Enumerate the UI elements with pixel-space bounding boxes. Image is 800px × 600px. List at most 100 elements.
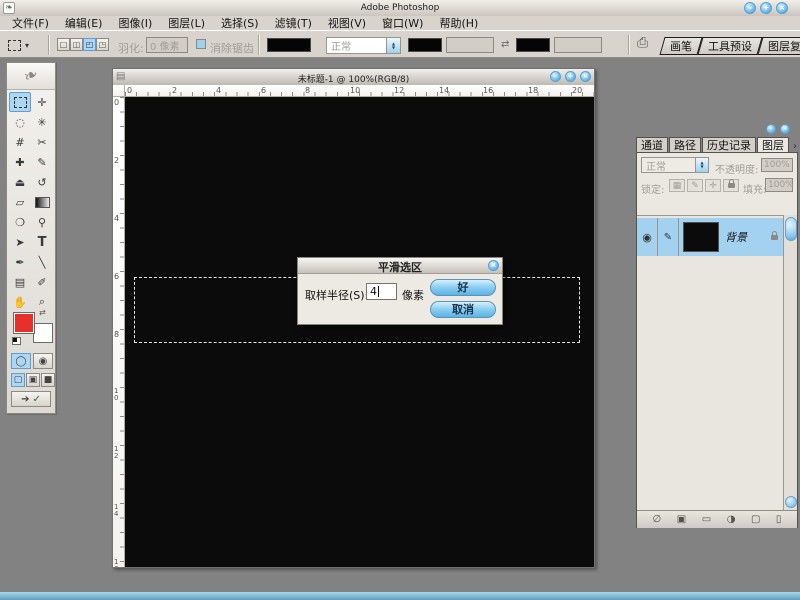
menu-layer[interactable]: 图层(L) [160, 15, 213, 31]
tab-overflow-arrow-icon[interactable]: › [790, 141, 797, 152]
app-restore-button[interactable]: + [760, 2, 772, 14]
document-titlebar[interactable]: ▤ 未标题-1 @ 100%(RGB/8) – + × [113, 69, 594, 86]
dialog-close-button[interactable]: × [488, 260, 499, 271]
print-brush-icon[interactable]: ⎙ [637, 35, 648, 51]
fill-input[interactable]: 100% [765, 178, 793, 192]
fullscreen-button[interactable]: ■ [41, 373, 55, 387]
visibility-toggle[interactable]: ◉ [637, 218, 658, 256]
tool-crop[interactable]: # [9, 132, 31, 152]
cancel-button[interactable]: 取消 [430, 301, 496, 318]
swap-arrows-icon[interactable]: ⇄ [501, 39, 509, 50]
tool-eyedropper[interactable]: ✐ [31, 272, 53, 292]
new-layer-button[interactable]: ▢ [751, 514, 760, 525]
stepper-icon[interactable]: ▲▼ [695, 158, 708, 172]
menu-select[interactable]: 选择(S) [213, 15, 267, 31]
opacity-input[interactable]: 100% [761, 158, 793, 172]
color-swatch-3[interactable] [516, 38, 550, 52]
quickmask-mode-button[interactable]: ◉ [33, 353, 53, 369]
tool-rectangular-marquee[interactable] [9, 92, 31, 112]
option-field-2[interactable] [554, 37, 602, 53]
tool-path-selection[interactable]: ➤ [9, 232, 31, 252]
document-restore-button[interactable]: + [565, 71, 576, 82]
tool-slice[interactable]: ✂ [31, 132, 53, 152]
add-selection-button[interactable]: ◫ [70, 38, 83, 51]
tool-type[interactable]: T [31, 232, 53, 252]
standard-screen-button[interactable]: ▢ [11, 373, 25, 387]
layer-blend-combo[interactable]: 正常 ▲▼ [641, 157, 709, 173]
swap-colors-icon[interactable]: ⇄ [39, 308, 46, 317]
tool-healing-brush[interactable]: ✚ [9, 152, 31, 172]
tool-clone-stamp[interactable]: ⏏ [9, 172, 31, 192]
add-layer-mask-button[interactable]: ▣ [677, 514, 686, 525]
tool-notes[interactable]: ▤ [9, 272, 31, 292]
ok-button[interactable]: 好 [430, 279, 496, 296]
current-tool-button[interactable]: ▾ [8, 37, 38, 53]
tool-history-brush[interactable]: ↺ [31, 172, 53, 192]
color-swatch-1[interactable] [267, 38, 311, 52]
tool-line[interactable]: ╲ [31, 252, 53, 272]
menu-window[interactable]: 窗口(W) [374, 15, 431, 31]
dialog-titlebar[interactable]: 平滑选区 × [298, 258, 502, 274]
delete-layer-button[interactable]: ▯ [776, 514, 782, 525]
new-group-button[interactable]: ▭ [702, 514, 711, 525]
intersect-selection-button[interactable]: ◳ [96, 38, 109, 51]
tool-brush[interactable]: ✎ [31, 152, 53, 172]
stepper-icon[interactable]: ▲▼ [386, 38, 400, 53]
app-close-button[interactable]: × [776, 2, 788, 14]
antialias-checkbox[interactable] [196, 39, 206, 49]
tab-history[interactable]: 历史记录 [702, 137, 756, 152]
scrollbar-down-button[interactable] [785, 496, 797, 508]
foreground-color-swatch[interactable] [13, 312, 35, 334]
tab-paths[interactable]: 路径 [669, 137, 701, 152]
document-minimize-button[interactable]: – [550, 71, 561, 82]
tab-layer-comps[interactable]: 图层复合 [757, 37, 800, 55]
tool-move[interactable]: ✛ [31, 92, 53, 112]
document-close-button[interactable]: × [580, 71, 591, 82]
new-adjustment-layer-button[interactable]: ◑ [727, 514, 736, 525]
color-swatch-2[interactable] [408, 38, 442, 52]
layer-thumbnail[interactable] [683, 222, 719, 252]
lock-position-button[interactable]: ✛ [705, 179, 721, 192]
tool-gradient[interactable] [31, 192, 53, 212]
option-field-1[interactable] [446, 37, 494, 53]
menu-filter[interactable]: 滤镜(T) [267, 15, 320, 31]
tool-hand[interactable]: ✋ [9, 292, 31, 312]
default-colors-icon[interactable] [12, 337, 21, 345]
canvas[interactable] [125, 97, 594, 567]
lock-pixels-button[interactable]: ✎ [687, 179, 703, 192]
subtract-selection-button[interactable]: ◰ [83, 38, 96, 51]
tool-magic-wand[interactable]: ✳ [31, 112, 53, 132]
menu-image[interactable]: 图像(I) [110, 15, 160, 31]
menu-help[interactable]: 帮助(H) [431, 15, 486, 31]
palette-close-button[interactable]: × [780, 124, 790, 134]
new-selection-button[interactable]: □ [57, 38, 70, 51]
background-color-swatch[interactable] [33, 323, 53, 343]
feather-input[interactable]: 0 像素 [146, 37, 188, 53]
tool-dodge[interactable]: ⚲ [31, 212, 53, 232]
palette-minimize-button[interactable]: – [766, 124, 776, 134]
tab-channels[interactable]: 通道 [636, 137, 668, 152]
menu-edit[interactable]: 编辑(E) [57, 15, 111, 31]
horizontal-ruler[interactable]: 0 2 4 6 8 10 12 14 16 18 20 [125, 85, 594, 97]
tool-lasso[interactable]: ◌ [9, 112, 31, 132]
add-layer-style-button[interactable]: ∅ [653, 514, 662, 525]
scrollbar-thumb[interactable] [785, 217, 797, 241]
tab-tool-presets[interactable]: 工具预设 [697, 37, 762, 55]
lock-all-button[interactable] [723, 179, 739, 192]
fullscreen-menu-button[interactable]: ▣ [26, 373, 40, 387]
tool-eraser[interactable]: ▱ [9, 192, 31, 212]
tab-layers[interactable]: 图层 [757, 137, 789, 152]
tab-brushes[interactable]: 画笔 [659, 37, 702, 55]
menu-view[interactable]: 视图(V) [320, 15, 374, 31]
menu-file[interactable]: 文件(F) [4, 15, 57, 31]
layers-scrollbar[interactable] [783, 215, 797, 510]
vertical-ruler[interactable]: 0 2 4 6 8 10 12 14 16 [113, 97, 125, 567]
tool-pen[interactable]: ✒ [9, 252, 31, 272]
blend-mode-combo[interactable]: 正常 ▲▼ [326, 37, 401, 54]
app-minimize-button[interactable]: – [744, 2, 756, 14]
layer-row-background[interactable]: ◉ ✎ 背景 [637, 218, 783, 256]
tool-blur[interactable]: ❍ [9, 212, 31, 232]
lock-transparency-button[interactable]: ▦ [669, 179, 685, 192]
sample-radius-input[interactable]: 4 [366, 283, 397, 300]
jump-to-imageready-button[interactable]: ➔ ✓ [11, 391, 51, 407]
